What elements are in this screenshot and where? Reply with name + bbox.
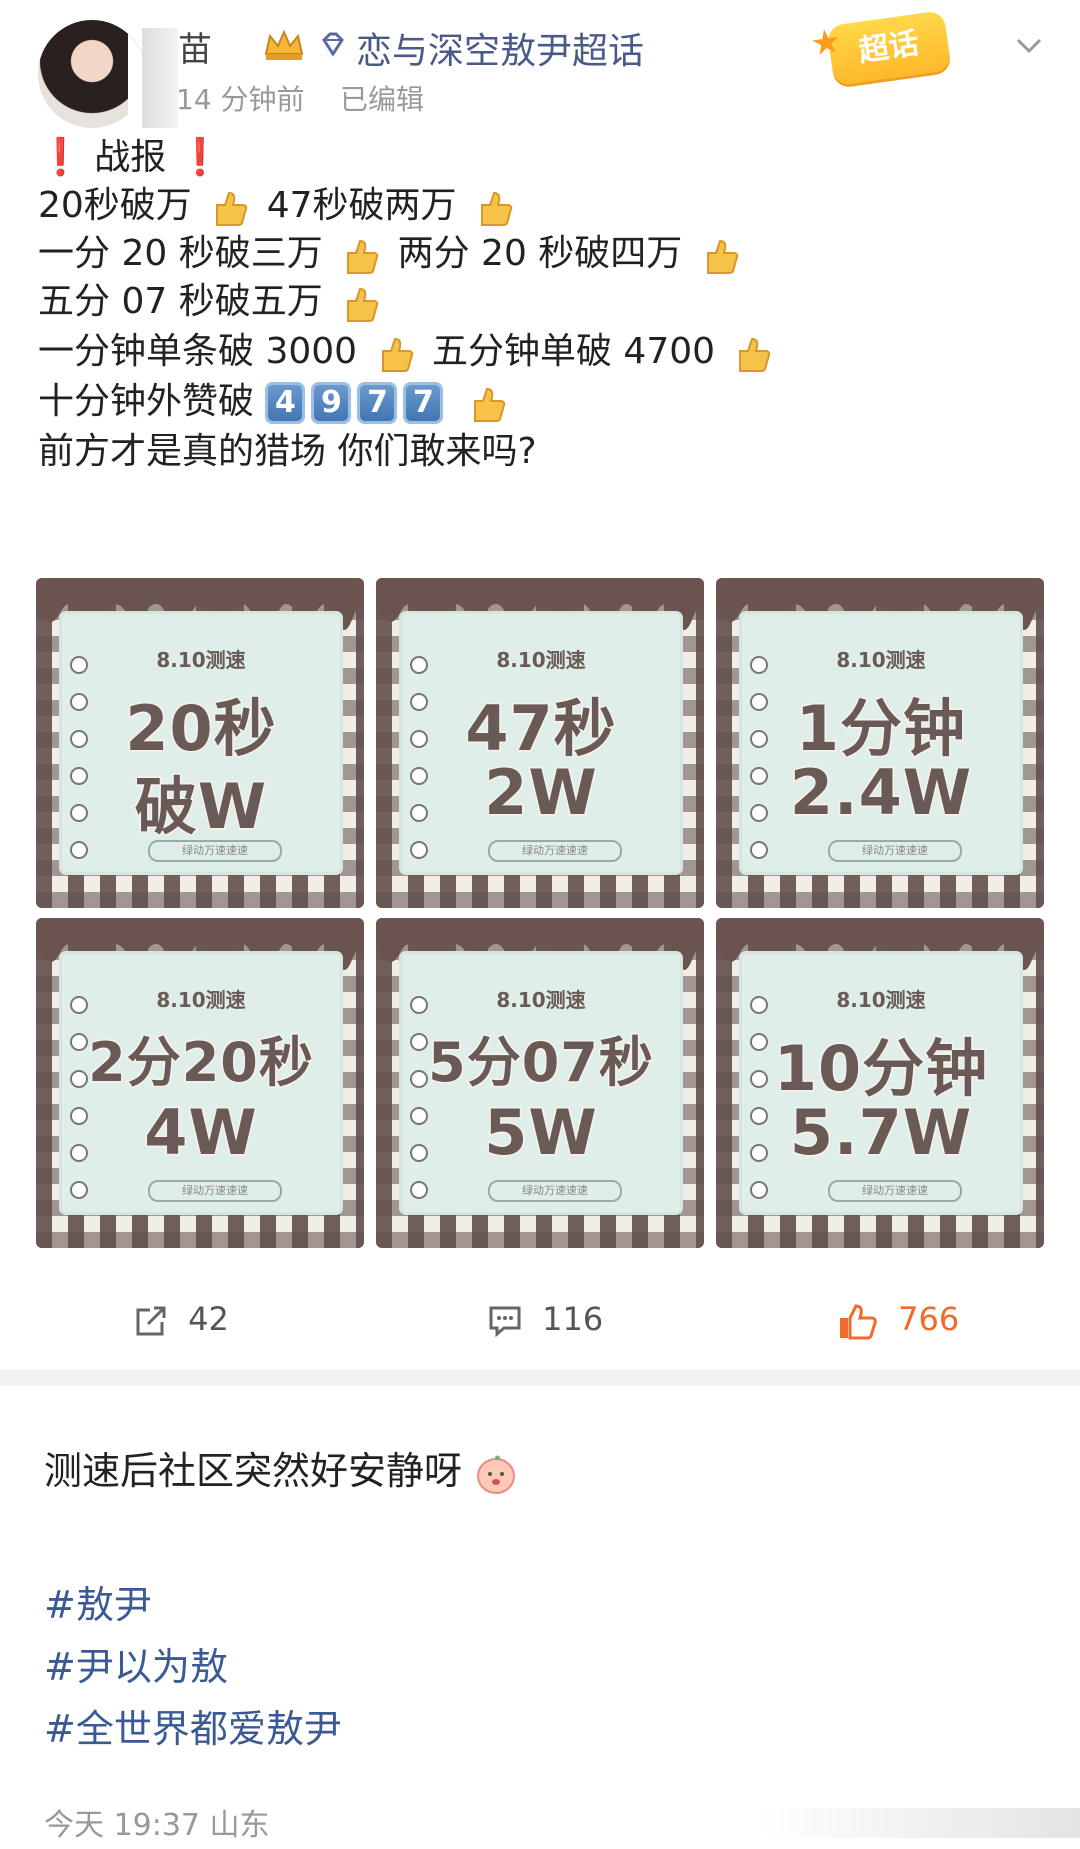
card-footer: 绿动万速速速 bbox=[148, 1180, 282, 1202]
peach-emoji-icon bbox=[477, 1455, 516, 1494]
chaohua-badge-label: 超话 bbox=[856, 25, 922, 70]
card-big-text: 5分07秒 bbox=[427, 1030, 655, 1096]
card-label: 8.10测速 bbox=[156, 988, 246, 1012]
hashtag-link[interactable]: #尹以为敖 bbox=[44, 1636, 228, 1691]
card-big-text: 2.4W bbox=[788, 755, 973, 831]
exclamation-icon: ❗ bbox=[177, 137, 223, 178]
card-label: 8.10测速 bbox=[156, 648, 246, 672]
card-paper: 8.10测速 1分钟 2.4W 绿动万速速速 bbox=[742, 614, 1020, 872]
image-card[interactable]: 8.10测速 20秒 破W 绿动万速速速 bbox=[36, 578, 364, 908]
post-line-text: 20秒破万 bbox=[38, 185, 192, 226]
comment-count: 116 bbox=[542, 1300, 604, 1338]
thumbs-up-icon bbox=[347, 239, 379, 274]
like-count: 766 bbox=[898, 1300, 960, 1338]
post-line: 一分钟单条破 3000 五分钟单破 4700 bbox=[38, 330, 778, 375]
image-card[interactable]: 8.10测速 5分07秒 5W 绿动万速速速 bbox=[376, 918, 704, 1248]
hashtag-link[interactable]: #敖尹 bbox=[44, 1574, 152, 1629]
card-big-text: 10分钟 bbox=[772, 1031, 989, 1107]
thumbs-up-icon bbox=[347, 287, 379, 322]
post-line-text: 五分钟单破 4700 bbox=[431, 331, 716, 372]
post-line-text: 一分 20 秒破三万 bbox=[38, 233, 323, 274]
image-card[interactable]: 8.10测速 47秒 2W 绿动万速速速 bbox=[376, 578, 704, 908]
card-big-text: 4W bbox=[143, 1095, 259, 1171]
keycap-digit: 4 bbox=[265, 382, 306, 424]
repost-text-content: 测速后社区突然好安静呀 bbox=[44, 1449, 463, 1493]
card-big-text: 5.7W bbox=[788, 1095, 973, 1171]
card-label: 8.10测速 bbox=[496, 648, 586, 672]
card-label: 8.10测速 bbox=[836, 648, 926, 672]
thumbs-up-icon bbox=[381, 337, 413, 372]
card-paper: 8.10测速 20秒 破W 绿动万速速速 bbox=[62, 614, 340, 872]
post-line: 十分钟外赞破 4977 bbox=[38, 380, 513, 425]
repost-button[interactable]: 42 bbox=[134, 1300, 229, 1338]
card-big-text: 5W bbox=[483, 1095, 599, 1171]
repost-footer: 今天 19:37 山东 bbox=[44, 1808, 270, 1843]
post-title: 战报 bbox=[94, 137, 167, 178]
post-line: 五分 07 秒破五万 bbox=[38, 280, 386, 325]
post-line-text: 两分 20 秒破四万 bbox=[397, 233, 683, 274]
post-line-text: 前方才是真的猎场 你们敢来吗? bbox=[38, 431, 537, 472]
post-line-text: 五分 07 秒破五万 bbox=[38, 281, 323, 322]
keycap-digit: 7 bbox=[357, 382, 398, 424]
card-paper: 8.10测速 5分07秒 5W 绿动万速速速 bbox=[402, 954, 680, 1212]
topic-link[interactable]: 恋与深空敖尹超话 bbox=[356, 22, 644, 74]
hashtag-link[interactable]: #全世界都爱敖尹 bbox=[44, 1698, 342, 1753]
thumbs-up-icon bbox=[706, 239, 739, 274]
card-big-text: 20秒 bbox=[124, 691, 277, 767]
post-line: 前方才是真的猎场 你们敢来吗? bbox=[38, 430, 537, 474]
diamond-icon bbox=[322, 32, 344, 57]
crown-icon bbox=[264, 29, 304, 60]
username[interactable]: 苗 bbox=[178, 22, 212, 71]
card-big-text: 47秒 bbox=[464, 691, 617, 767]
card-footer: 绿动万速速速 bbox=[828, 1180, 962, 1202]
card-paper: 8.10测速 47秒 2W 绿动万速速速 bbox=[402, 614, 680, 872]
watermark-fade bbox=[760, 1808, 1080, 1838]
card-big-text: 破W bbox=[133, 769, 268, 845]
exclamation-icon: ❗ bbox=[38, 137, 83, 178]
card-footer: 绿动万速速速 bbox=[488, 840, 622, 862]
card-footer: 绿动万速速速 bbox=[488, 1180, 622, 1202]
card-big-text: 2W bbox=[483, 755, 599, 831]
thumbs-up-icon bbox=[473, 387, 506, 422]
card-footer: 绿动万速速速 bbox=[828, 840, 962, 862]
thumbs-up-icon bbox=[480, 191, 513, 226]
comment-icon bbox=[489, 1306, 521, 1338]
star-icon: ★ bbox=[808, 20, 844, 65]
card-footer: 绿动万速速速 bbox=[148, 840, 282, 862]
keycap-digit: 9 bbox=[311, 382, 352, 424]
comment-button[interactable]: 116 bbox=[488, 1300, 603, 1338]
chaohua-badge[interactable]: ★ 超话 bbox=[808, 10, 952, 86]
card-big-text: 1分钟 bbox=[794, 691, 967, 767]
share-icon bbox=[136, 1306, 166, 1336]
thumbs-up-icon bbox=[216, 191, 248, 226]
card-paper: 8.10测速 10分钟 5.7W 绿动万速速速 bbox=[742, 954, 1020, 1212]
post-line-text: 一分钟单条破 3000 bbox=[38, 331, 358, 372]
image-card[interactable]: 8.10测速 1分钟 2.4W 绿动万速速速 bbox=[716, 578, 1044, 908]
post-line: 20秒破万 47秒破两万 bbox=[38, 184, 520, 229]
edited-label: 已编辑 bbox=[340, 83, 425, 116]
like-button[interactable]: 766 bbox=[838, 1300, 959, 1340]
divider bbox=[0, 1370, 1080, 1386]
thumbs-up-icon bbox=[840, 1304, 877, 1340]
card-paper: 8.10测速 2分20秒 4W 绿动万速速速 bbox=[62, 954, 340, 1212]
thumbs-up-icon bbox=[739, 337, 771, 372]
post-title-line: ❗ 战报 ❗ bbox=[38, 136, 223, 180]
keycap-digit: 7 bbox=[403, 382, 444, 424]
chevron-down-icon[interactable] bbox=[1014, 30, 1044, 60]
username-blur bbox=[142, 28, 178, 128]
image-card[interactable]: 8.10测速 10分钟 5.7W 绿动万速速速 bbox=[716, 918, 1044, 1248]
image-card[interactable]: 8.10测速 2分20秒 4W 绿动万速速速 bbox=[36, 918, 364, 1248]
post-line-text: 47秒破两万 bbox=[266, 185, 457, 226]
card-label: 8.10测速 bbox=[496, 988, 586, 1012]
card-label: 8.10测速 bbox=[836, 988, 926, 1012]
post-time: 14 分钟前 bbox=[176, 83, 305, 116]
avatar[interactable] bbox=[38, 20, 146, 128]
card-big-text: 2分20秒 bbox=[87, 1030, 315, 1096]
post-line: 一分 20 秒破三万 两分 20 秒破四万 bbox=[38, 232, 746, 277]
repost-count: 42 bbox=[188, 1300, 229, 1338]
repost-text: 测速后社区突然好安静呀 bbox=[44, 1440, 518, 1496]
post-line-text: 十分钟外赞破 bbox=[38, 381, 255, 422]
